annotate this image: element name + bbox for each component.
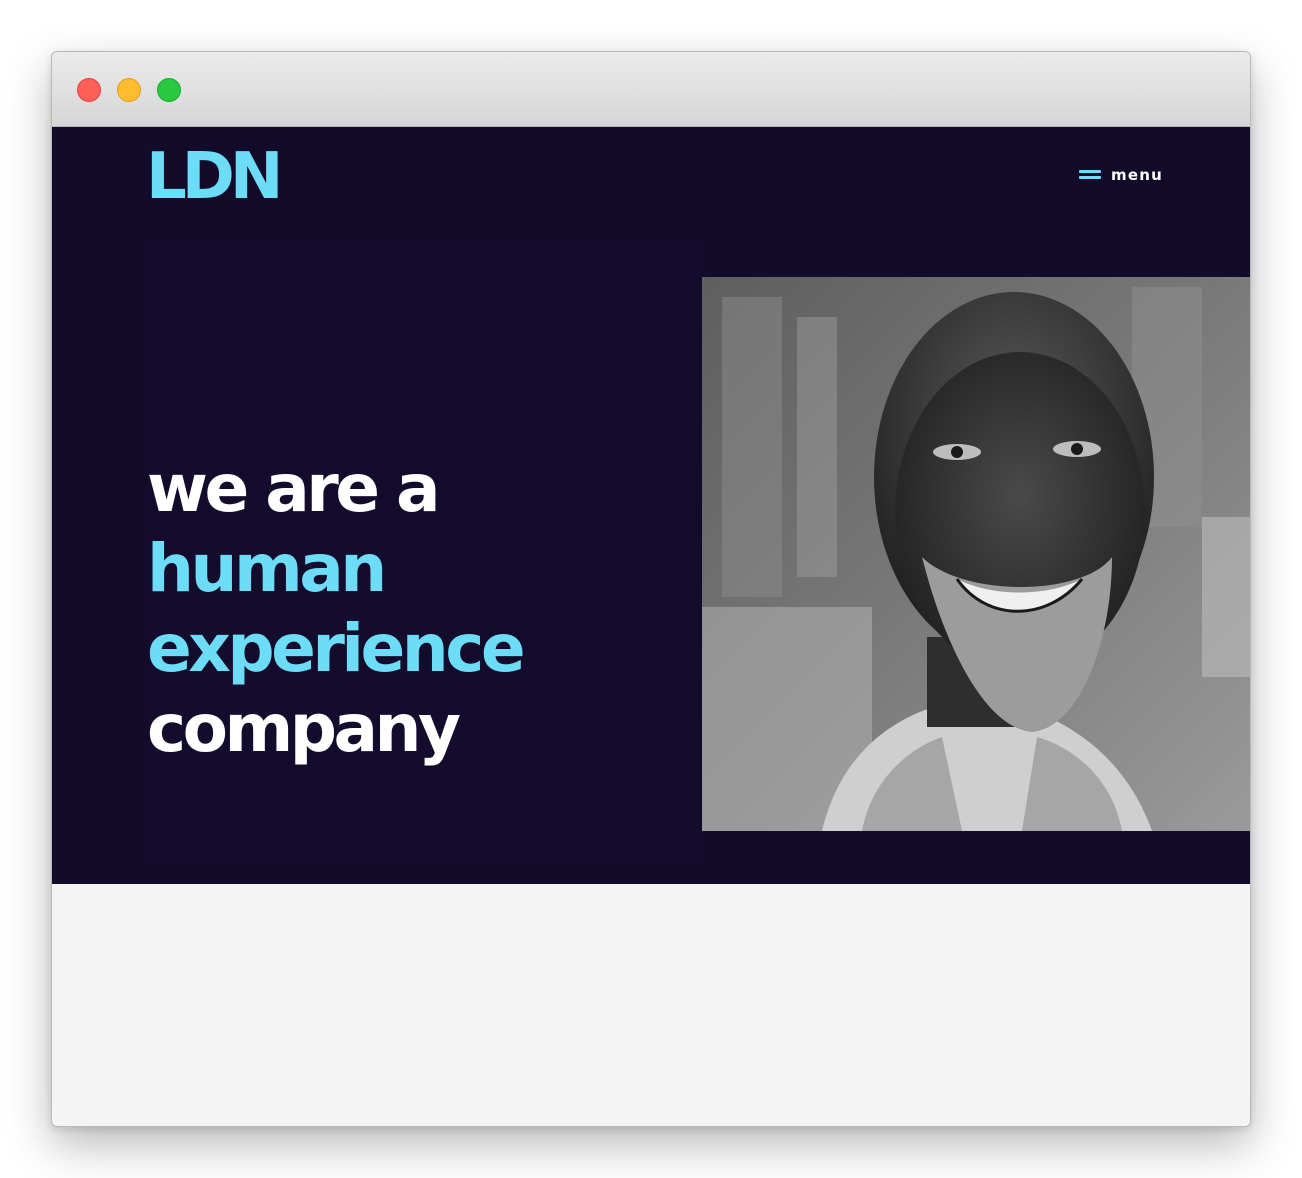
close-window-button[interactable] xyxy=(77,78,101,102)
headline-line-4: company xyxy=(147,690,461,767)
menu-label: menu xyxy=(1111,166,1163,184)
browser-window: LDN menu we are a human experience compa… xyxy=(51,51,1251,1127)
maximize-window-button[interactable] xyxy=(157,78,181,102)
menu-button[interactable]: menu xyxy=(1079,163,1163,187)
hero-portrait-image xyxy=(702,277,1250,831)
headline-line-3: experience xyxy=(147,610,526,687)
content-area xyxy=(52,884,1250,1126)
headline-line-2: human xyxy=(147,530,387,607)
window-titlebar xyxy=(52,52,1250,127)
hero-section: LDN menu we are a human experience compa… xyxy=(52,127,1250,884)
hero-headline: we are a human experience company xyxy=(147,449,526,769)
site-logo[interactable]: LDN xyxy=(146,141,283,213)
headline-line-1: we are a xyxy=(147,450,441,527)
minimize-window-button[interactable] xyxy=(117,78,141,102)
hamburger-icon xyxy=(1079,170,1101,180)
